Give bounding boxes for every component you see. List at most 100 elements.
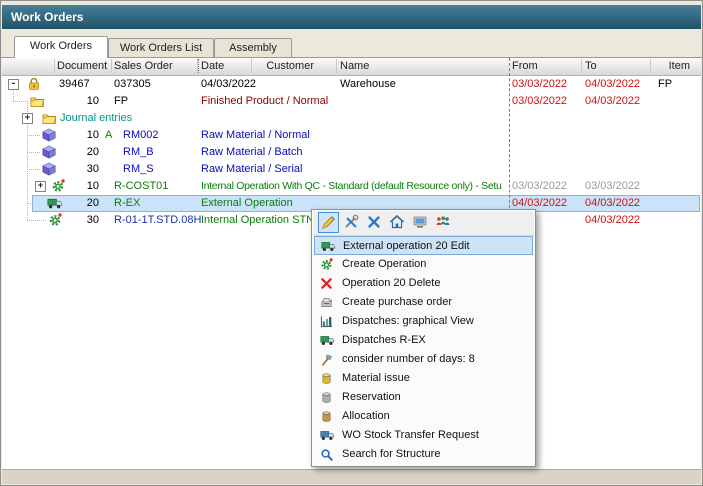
cell-document: 20 <box>57 195 99 212</box>
menu-item-external-operation-edit[interactable]: External operation 20 Edit <box>314 236 533 255</box>
cell-to: 03/03/2022 <box>585 178 640 195</box>
work-orders-grid: 39467 037305 04/03/2022 Warehouse 03/03/… <box>2 76 701 229</box>
cell-name: Warehouse <box>340 76 396 93</box>
window-titlebar: Work Orders <box>2 5 701 29</box>
cell-item: FP <box>658 76 672 93</box>
col-header-document[interactable]: Document <box>57 58 107 75</box>
window-footer <box>2 469 701 484</box>
menu-item-label: WO Stock Transfer Request <box>342 426 479 445</box>
bar-chart-icon <box>320 315 333 328</box>
database-icon <box>320 410 333 423</box>
tab-assembly[interactable]: Assembly <box>214 38 292 57</box>
column-separator <box>336 59 337 73</box>
tab-label: Assembly <box>229 42 277 54</box>
collapse-expander[interactable] <box>8 79 19 90</box>
menu-item-label: Create purchase order <box>342 293 452 312</box>
cell-to: 04/03/2022 <box>585 212 640 229</box>
edit-pencil-button[interactable] <box>318 212 339 233</box>
row-raw-material-normal[interactable]: 10 A RM002 Raw Material / Normal <box>2 127 701 144</box>
menu-item-create-purchase-order[interactable]: Create purchase order <box>314 293 533 312</box>
col-header-name[interactable]: Name <box>340 58 369 75</box>
menu-item-dispatches-rex[interactable]: Dispatches R-EX <box>314 331 533 350</box>
menu-item-wo-stock-transfer-request[interactable]: WO Stock Transfer Request <box>314 426 533 445</box>
menu-item-label: consider number of days: 8 <box>342 350 475 369</box>
menu-item-label: Dispatches: graphical View <box>342 312 474 331</box>
tab-work-orders[interactable]: Work Orders <box>14 36 108 58</box>
menu-item-create-operation[interactable]: Create Operation <box>314 255 533 274</box>
cell-document: 10 <box>57 178 99 195</box>
transfer-truck-icon <box>320 429 335 441</box>
menu-item-delete-operation[interactable]: Operation 20 Delete <box>314 274 533 293</box>
cell-sales-order: FP <box>114 93 128 110</box>
cell-to: 04/03/2022 <box>585 76 640 93</box>
cell-sales-order: RM002 <box>123 127 158 144</box>
search-icon <box>320 448 333 461</box>
delete-x-icon <box>320 277 333 290</box>
col-header-date[interactable]: Date <box>201 58 224 75</box>
menu-item-label: Operation 20 Delete <box>342 274 440 293</box>
menu-item-dispatches-graphical-view[interactable]: Dispatches: graphical View <box>314 312 533 331</box>
folder-icon <box>42 112 57 125</box>
column-separator <box>251 59 252 73</box>
col-header-customer[interactable]: Customer <box>254 58 314 75</box>
tab-label: Work Orders List <box>120 42 202 54</box>
menu-item-search-for-structure[interactable]: Search for Structure <box>314 445 533 464</box>
cube-icon <box>42 162 56 176</box>
context-menu-list: External operation 20 Edit Create Operat… <box>313 236 534 465</box>
gear-icon <box>320 258 333 271</box>
tools-button[interactable] <box>341 212 362 233</box>
home-button[interactable] <box>387 212 408 233</box>
window-title: Work Orders <box>11 10 83 24</box>
cell-name: Internal Operation With QC - Standard (d… <box>201 178 510 195</box>
col-header-sales-order[interactable]: Sales Order <box>114 58 173 75</box>
menu-item-label: Search for Structure <box>342 445 440 464</box>
expand-expander[interactable] <box>35 181 46 192</box>
row-work-order-root[interactable]: 39467 037305 04/03/2022 Warehouse 03/03/… <box>2 76 701 93</box>
menu-item-label: Create Operation <box>342 255 426 274</box>
cell-sales-order: R-EX <box>114 195 140 212</box>
close-x-button[interactable] <box>364 212 385 233</box>
cell-sales-order: 037305 <box>114 76 151 93</box>
truck-icon <box>321 240 336 252</box>
menu-item-reservation[interactable]: Reservation <box>314 388 533 407</box>
menu-item-material-issue[interactable]: Material issue <box>314 369 533 388</box>
cell-document: 10 <box>57 93 99 110</box>
cell-name: Raw Material / Batch <box>201 144 510 161</box>
cell-document: 20 <box>57 144 99 161</box>
row-finished-product[interactable]: 10 FP Finished Product / Normal 03/03/20… <box>2 93 701 110</box>
cell-name: Raw Material / Serial <box>201 161 510 178</box>
tab-label: Work Orders <box>30 40 92 52</box>
cell-sales-order: RM_S <box>123 161 154 178</box>
resources-button[interactable] <box>433 212 454 233</box>
cell-to: 04/03/2022 <box>585 195 640 212</box>
menu-item-label: Dispatches R-EX <box>342 331 426 350</box>
tab-work-orders-list[interactable]: Work Orders List <box>108 38 214 57</box>
row-internal-operation-qc[interactable]: 10 R-COST01 Internal Operation With QC -… <box>2 178 701 195</box>
purchase-register-icon <box>320 296 333 309</box>
menu-item-consider-number-of-days[interactable]: consider number of days: 8 <box>314 350 533 369</box>
cell-document: 10 <box>57 127 99 144</box>
database-icon <box>320 372 333 385</box>
column-drag-mark <box>198 59 199 73</box>
cell-name: Finished Product / Normal <box>201 93 510 110</box>
col-header-item[interactable]: Item <box>652 58 690 75</box>
row-raw-material-batch[interactable]: 20 RM_B Raw Material / Batch <box>2 144 701 161</box>
menu-item-label: Reservation <box>342 388 401 407</box>
expand-expander[interactable] <box>22 113 33 124</box>
work-orders-window: Work Orders Work Orders Work Orders List… <box>0 0 703 486</box>
cell-document: 30 <box>57 212 99 229</box>
lock-icon <box>27 77 41 91</box>
cell-date: 04/03/2022 <box>201 76 256 93</box>
cube-icon <box>42 128 56 142</box>
row-journal-entries[interactable]: Journal entries <box>2 110 701 127</box>
cell-from: 03/03/2022 <box>512 178 567 195</box>
col-header-from[interactable]: From <box>512 58 538 75</box>
cell-sales-order: RM_B <box>123 144 154 161</box>
dispatch-monitor-button[interactable] <box>410 212 431 233</box>
cell-flag: A <box>105 127 112 144</box>
cell-name: Raw Material / Normal <box>201 127 510 144</box>
col-header-to[interactable]: To <box>585 58 597 75</box>
menu-item-allocation[interactable]: Allocation <box>314 407 533 426</box>
row-raw-material-serial[interactable]: 30 RM_S Raw Material / Serial <box>2 161 701 178</box>
cell-document: 30 <box>57 161 99 178</box>
